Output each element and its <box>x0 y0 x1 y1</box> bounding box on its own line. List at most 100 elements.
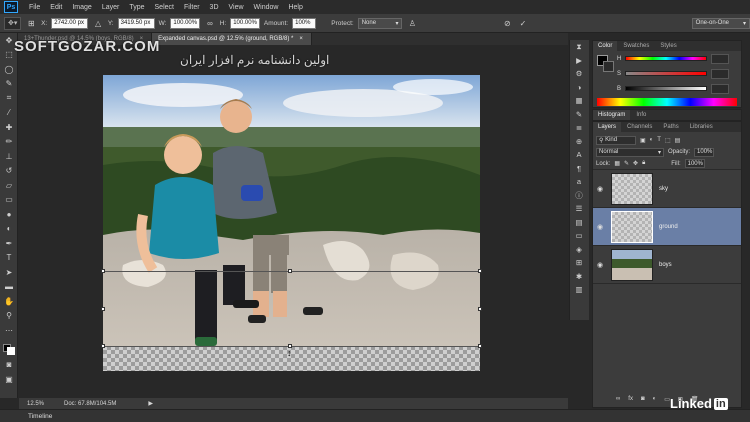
transform-handle[interactable] <box>101 269 105 273</box>
filter-type-icon[interactable]: T <box>657 137 661 143</box>
saturation-slider[interactable] <box>625 71 708 76</box>
quick-mask-icon[interactable]: ◙ <box>0 358 18 373</box>
workspace-select[interactable]: One-on-One ▾ <box>691 17 750 29</box>
fg-bg-color-swatches[interactable] <box>593 51 614 93</box>
tab-channels[interactable]: Channels <box>622 122 657 132</box>
character-panel-icon[interactable]: A <box>570 148 588 162</box>
path-select-tool-icon[interactable]: ➤ <box>0 265 18 280</box>
amount-field[interactable]: 100% <box>292 17 316 29</box>
menu-view[interactable]: View <box>224 4 249 11</box>
pen-tool-icon[interactable]: ✒ <box>0 236 18 251</box>
protect-select[interactable]: None ▾ <box>357 17 403 29</box>
crop-tool-icon[interactable]: ⌗ <box>0 91 18 106</box>
screen-mode-icon[interactable]: ▣ <box>0 372 18 387</box>
brightness-value[interactable] <box>711 83 730 94</box>
glyphs-panel-icon[interactable]: a <box>570 175 588 189</box>
hand-tool-icon[interactable]: ✋ <box>0 294 18 309</box>
tab-info[interactable]: Info <box>631 110 651 120</box>
lock-position-icon[interactable]: ✥ <box>633 160 638 167</box>
transform-handle[interactable] <box>101 344 105 348</box>
blur-tool-icon[interactable]: ● <box>0 207 18 222</box>
shape-tool-icon[interactable]: ▬ <box>0 280 18 295</box>
x-field[interactable]: 2742.00 px <box>51 17 89 29</box>
hue-value[interactable] <box>711 53 730 64</box>
clone-source-icon[interactable]: ⊕ <box>570 135 588 149</box>
gradient-tool-icon[interactable]: ▭ <box>0 193 18 208</box>
h-field[interactable]: 100.00% <box>230 17 260 29</box>
status-menu-arrow-icon[interactable]: ▶ <box>148 400 153 407</box>
color-swatches-icon[interactable] <box>0 338 18 358</box>
brush-panel-icon[interactable]: ✎ <box>570 108 588 122</box>
add-mask-icon[interactable]: ◙ <box>641 396 645 402</box>
menu-image[interactable]: Image <box>67 4 96 11</box>
color-ramp[interactable] <box>597 98 737 106</box>
menu-select[interactable]: Select <box>150 4 179 11</box>
eyedropper-tool-icon[interactable]: ⁄ <box>0 106 18 121</box>
eraser-tool-icon[interactable]: ▱ <box>0 178 18 193</box>
visibility-eye-icon[interactable]: ◉ <box>593 185 607 193</box>
menu-edit[interactable]: Edit <box>45 4 67 11</box>
fill-field[interactable]: 100% <box>684 159 705 168</box>
brightness-slider-row[interactable]: B <box>613 81 733 96</box>
swatches-icon[interactable]: ▥ <box>570 283 588 297</box>
transform-handle[interactable] <box>101 307 105 311</box>
lock-transparent-icon[interactable]: ▦ <box>614 160 620 167</box>
info-panel-icon[interactable]: ⓘ <box>570 189 588 203</box>
saturation-value[interactable] <box>711 68 730 79</box>
transform-handle[interactable] <box>288 269 292 273</box>
document-canvas-photo[interactable] <box>103 75 480 371</box>
adjustments-panel-icon[interactable]: ◑ <box>570 81 588 95</box>
visibility-eye-icon[interactable]: ◉ <box>593 223 607 231</box>
notes-panel-icon[interactable]: ☰ <box>570 202 588 216</box>
filter-pixel-icon[interactable]: ▣ <box>640 137 646 144</box>
timeline-panel-icon[interactable]: ▭ <box>570 229 588 243</box>
more-tools-icon[interactable]: ⋯ <box>0 323 18 338</box>
history-brush-tool-icon[interactable]: ↺ <box>0 164 18 179</box>
saturation-slider-row[interactable]: S <box>613 66 733 81</box>
quick-select-tool-icon[interactable]: ✎ <box>0 77 18 92</box>
w-field[interactable]: 100.00% <box>170 17 201 29</box>
zoom-tool-icon[interactable]: ⚲ <box>0 309 18 324</box>
brush-presets-icon[interactable]: ≣ <box>570 121 588 135</box>
menu-filter[interactable]: Filter <box>179 4 205 11</box>
clone-stamp-tool-icon[interactable]: ⊥ <box>0 149 18 164</box>
transparent-canvas-area[interactable] <box>103 346 480 371</box>
menu-help[interactable]: Help <box>283 4 307 11</box>
type-tool-icon[interactable]: T <box>0 251 18 266</box>
blend-mode-select[interactable]: Normal ▾ <box>596 147 664 157</box>
lock-image-icon[interactable]: ✎ <box>624 160 629 167</box>
history-panel-icon[interactable]: ⧗ <box>570 40 588 54</box>
visibility-eye-icon[interactable]: ◉ <box>593 261 607 269</box>
styles-panel-icon[interactable]: ▦ <box>570 94 588 108</box>
opacity-field[interactable]: 100% <box>694 147 715 157</box>
transform-handle[interactable] <box>478 344 482 348</box>
measurement-icon[interactable]: ⊞ <box>570 256 588 270</box>
dodge-tool-icon[interactable]: ◐ <box>0 222 18 237</box>
protect-skin-icon[interactable]: ♙ <box>406 17 418 29</box>
3d-panel-icon[interactable]: ◈ <box>570 243 588 257</box>
tab-layers[interactable]: Layers <box>593 122 622 132</box>
paragraph-panel-icon[interactable]: ¶ <box>570 162 588 176</box>
filter-adjustment-icon[interactable]: ◐ <box>650 137 654 143</box>
tab-paths[interactable]: Paths <box>658 122 683 132</box>
lock-all-icon[interactable]: 🔒︎ <box>642 160 645 167</box>
menu-window[interactable]: Window <box>249 4 284 11</box>
hue-slider-row[interactable]: H <box>613 51 733 66</box>
navigator-icon[interactable]: ✱ <box>570 270 588 284</box>
lasso-tool-icon[interactable]: ◯ <box>0 62 18 77</box>
menu-type[interactable]: Type <box>124 4 149 11</box>
y-field[interactable]: 3419.50 px <box>117 17 155 29</box>
brightness-slider[interactable] <box>625 86 708 91</box>
tab-histogram[interactable]: Histogram <box>593 110 631 120</box>
transform-handle[interactable] <box>478 307 482 311</box>
menu-3d[interactable]: 3D <box>205 4 224 11</box>
menu-file[interactable]: File <box>24 4 45 11</box>
tool-preset-picker[interactable]: ✥▾ <box>4 16 22 30</box>
commit-check-icon[interactable]: ✓ <box>517 17 529 29</box>
tab-swatches[interactable]: Swatches <box>618 41 654 51</box>
properties-panel-icon[interactable]: ⚙ <box>570 67 588 81</box>
reference-point-icon[interactable]: ⊞ <box>25 17 37 29</box>
filter-smart-object-icon[interactable]: ▤ <box>675 137 681 144</box>
layer-filter-select[interactable]: ⚲ Kind <box>596 135 636 145</box>
doc-tab-expanded-canvas[interactable]: Expanded canvas.psd @ 12.5% (ground, RGB… <box>152 33 312 45</box>
